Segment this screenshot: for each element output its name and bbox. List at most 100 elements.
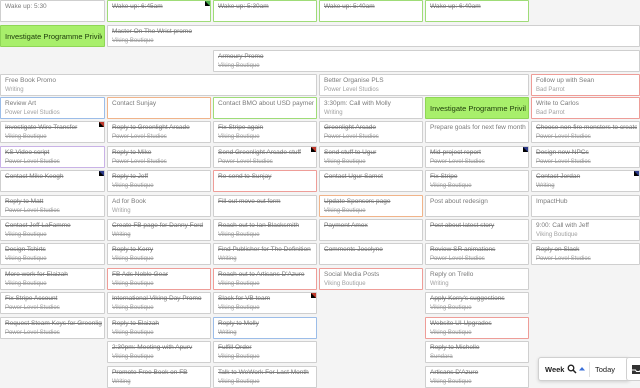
- task-title: Re-send to Sunjay: [218, 173, 272, 180]
- task-card[interactable]: Social Media Posts Viking Boutique: [319, 268, 423, 290]
- task-card[interactable]: Send stuff to Ugur Viking Boutique: [319, 146, 423, 168]
- task-card[interactable]: Write to Carlos Bad Parrot: [531, 97, 640, 119]
- task-card[interactable]: Reply on Slack Power Level Studios: [531, 243, 640, 265]
- task-card[interactable]: Reply to Greenlight Arcade Power Level St…: [107, 121, 211, 143]
- task-title: Ad for Book: [112, 198, 146, 205]
- task-card[interactable]: Apply Kerry's suggestions Viking Boutique: [425, 292, 529, 314]
- task-card[interactable]: Slack for VB team Viking Boutique: [213, 292, 317, 314]
- task-card[interactable]: Investigate Wire Transfer Viking Boutique: [0, 121, 105, 143]
- task-card[interactable]: Payment Amex: [319, 219, 423, 241]
- task-card[interactable]: Review Art Power Level Studios: [0, 97, 105, 119]
- task-card[interactable]: FB Ads Noble Gear Viking Boutique: [107, 268, 211, 290]
- task-card[interactable]: Master On The Wrist promo Viking Boutique: [107, 25, 640, 47]
- task-card[interactable]: KS Video script Power Level Studios: [0, 146, 105, 168]
- task-card[interactable]: Reach out to Ian Blacksmith Viking Boutiq…: [213, 219, 317, 241]
- task-card[interactable]: Follow up with Sean Bad Parrot: [531, 74, 640, 96]
- task-card[interactable]: Fulfill Order Viking Boutique: [213, 341, 317, 363]
- task-card[interactable]: Mid-project report Power Level Studios: [425, 146, 529, 168]
- task-card[interactable]: Contact Mike Keogh: [0, 170, 105, 192]
- task-card[interactable]: International Viking Day Promo Viking Bou…: [107, 292, 211, 314]
- task-card-highlighted[interactable]: Investigate Programme Privileges: [425, 97, 529, 119]
- task-title: Slack for VB team: [218, 295, 271, 302]
- task-card[interactable]: Reply on Trello Writing: [425, 268, 529, 290]
- task-card[interactable]: Re-send to Sunjay: [213, 170, 317, 192]
- task-project: Power Level Studios: [112, 159, 167, 165]
- task-card[interactable]: Contact BMO about USD payments: [213, 97, 317, 119]
- task-title: International Viking Day Promo: [112, 295, 202, 302]
- task-card-highlighted[interactable]: Investigate Programme Privileges: [0, 25, 105, 47]
- task-project: Power Level Studios: [5, 208, 60, 214]
- today-button[interactable]: Today: [595, 365, 615, 374]
- task-card[interactable]: Update Sponsors page Viking Boutique: [319, 195, 423, 217]
- task-card[interactable]: Wake up: 5:40am: [319, 0, 423, 22]
- task-title: Fulfill Order: [218, 344, 252, 351]
- task-card[interactable]: 9:00: Call with Jeff Viking Boutique: [531, 219, 640, 241]
- task-card[interactable]: ImpactHub: [531, 195, 640, 217]
- task-card[interactable]: Website UI Upgrades Viking Boutique: [425, 317, 529, 339]
- task-card[interactable]: Design Tshirts Viking Boutique: [0, 243, 105, 265]
- task-title: Wake up: 6:45am: [112, 3, 163, 10]
- task-card[interactable]: Find Publisher for The Definition Writing: [213, 243, 317, 265]
- task-project: Power Level Studios: [324, 87, 379, 93]
- task-card[interactable]: Ad for Book Writing: [107, 195, 211, 217]
- task-card[interactable]: Create FB page for Danny Ford Writing: [107, 219, 211, 241]
- view-selector[interactable]: Week: [545, 365, 564, 374]
- zoom-icon[interactable]: [567, 364, 577, 374]
- task-card[interactable]: Reply to Mike Power Level Studios: [107, 146, 211, 168]
- task-card[interactable]: Talk to WeWork For Last Month Viking Bout…: [213, 366, 317, 388]
- task-card[interactable]: Reply to Jeff Viking Boutique: [107, 170, 211, 192]
- task-project: Writing: [536, 183, 555, 189]
- task-project: Viking Boutique: [430, 305, 472, 311]
- task-card[interactable]: Free Book Promo Writing: [0, 74, 317, 96]
- task-card[interactable]: Reply to Matt Power Level Studios: [0, 195, 105, 217]
- task-card[interactable]: Reply to Kerry Viking Boutique: [107, 243, 211, 265]
- caret-up-icon[interactable]: [578, 364, 586, 374]
- task-card[interactable]: Promote Free Book on FB Writing: [107, 366, 211, 388]
- task-card[interactable]: Post about latest story: [425, 219, 529, 241]
- task-card[interactable]: Choose non-fire monsters to create Power …: [531, 121, 640, 143]
- task-card[interactable]: Request Steam Keys for Greenlight Power L…: [0, 317, 105, 339]
- task-card[interactable]: Reach out to Artisans D'Azure Viking Bout…: [213, 268, 317, 290]
- task-title: 9:00: Call with Jeff: [536, 222, 589, 229]
- task-title: Reach out to Ian Blacksmith: [218, 222, 299, 229]
- task-project: Viking Boutique: [112, 281, 154, 287]
- task-title: Reply on Trello: [430, 271, 474, 278]
- flag-icon: [634, 171, 639, 176]
- task-card[interactable]: Send Greenlight Arcade stuff Power Level …: [213, 146, 317, 168]
- task-card[interactable]: Reply to Michelle Sundara: [425, 341, 529, 363]
- task-title: Reply to Kerry: [112, 246, 154, 253]
- task-card[interactable]: Review SR animations Power Level Studios: [425, 243, 529, 265]
- task-title: FB Ads Noble Gear: [112, 271, 168, 278]
- task-title: Reach out to Artisans D'Azure: [218, 271, 305, 278]
- task-card[interactable]: Contact Jordan Writing: [531, 170, 640, 192]
- task-card[interactable]: Greenlight Arcade Power Level Studios: [319, 121, 423, 143]
- task-card[interactable]: 3:30pm: Call with Molly Writing: [319, 97, 423, 119]
- task-card[interactable]: Reply to Molly Writing: [213, 317, 317, 339]
- task-card[interactable]: Wake up: 5:30am: [213, 0, 317, 22]
- task-card[interactable]: Wake up: 6:40am: [425, 0, 529, 22]
- task-card[interactable]: Fix Stripe again Viking Boutique: [213, 121, 317, 143]
- task-title: Send stuff to Ugur: [324, 149, 377, 156]
- task-card[interactable]: Contact Ugur Samet: [319, 170, 423, 192]
- task-card[interactable]: Comments Jocelyne: [319, 243, 423, 265]
- task-card[interactable]: Better Organise PLS Power Level Studios: [319, 74, 529, 96]
- task-project: Viking Boutique: [5, 281, 47, 287]
- task-card[interactable]: Contact Sunjay: [107, 97, 211, 119]
- task-card[interactable]: Fix Stripe Account Power Level Studios: [0, 292, 105, 314]
- inbox-button[interactable]: [626, 357, 640, 381]
- task-card[interactable]: Contact Jeff LaFamme Viking Boutique: [0, 219, 105, 241]
- task-card[interactable]: Prepare goals for next few months: [425, 121, 529, 143]
- task-card[interactable]: Fill out move out form: [213, 195, 317, 217]
- task-card[interactable]: 2:30pm: Meeting with Apurv Viking Boutiqu…: [107, 341, 211, 363]
- task-card[interactable]: More work for Elaizah Viking Boutique: [0, 268, 105, 290]
- task-card[interactable]: Post about redesign: [425, 195, 529, 217]
- task-card[interactable]: Armoury Promo Viking Boutique: [213, 50, 640, 72]
- task-card[interactable]: Artisans D'Azure Viking Boutique: [425, 366, 529, 388]
- task-card[interactable]: Fix Stripe Viking Boutique: [425, 170, 529, 192]
- task-card[interactable]: Wake up: 6:45am: [107, 0, 211, 22]
- task-title: Reply to Molly: [218, 320, 259, 327]
- task-card[interactable]: Wake up: 5:30: [0, 0, 105, 22]
- task-card[interactable]: Design new NPCs Power Level Studios: [531, 146, 640, 168]
- task-card[interactable]: Reply to Elaizah Viking Boutique: [107, 317, 211, 339]
- task-title: 3:30pm: Call with Molly: [324, 100, 391, 107]
